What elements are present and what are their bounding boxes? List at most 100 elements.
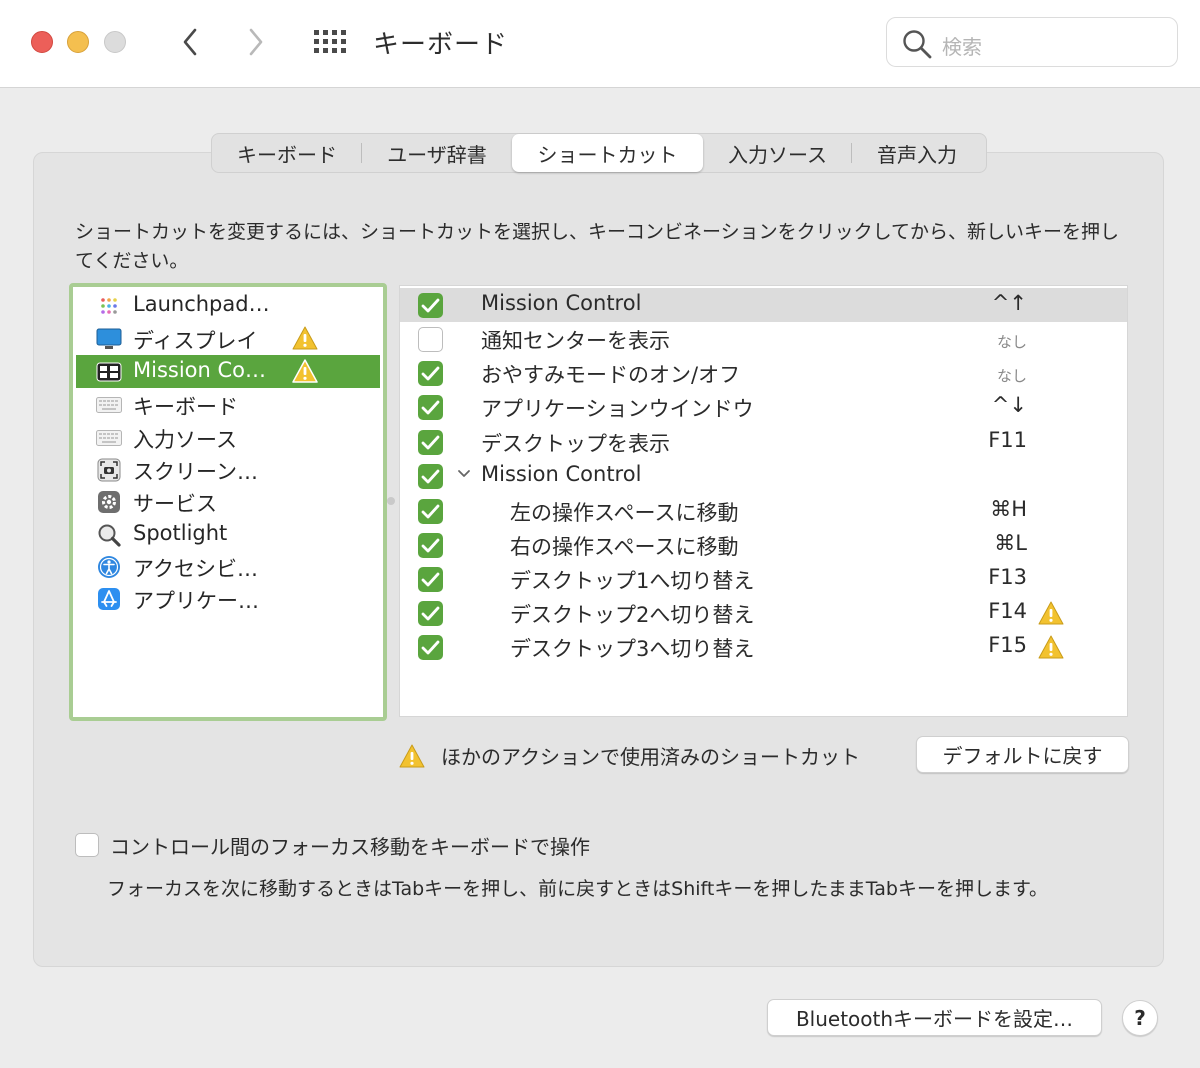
tab-keyboard[interactable]: キーボード	[212, 134, 362, 172]
shortcut-checkbox[interactable]	[418, 567, 443, 592]
shortcut-key[interactable]: なし	[997, 331, 1027, 352]
category-label: キーボード	[133, 395, 238, 419]
shortcut-row[interactable]: 左の操作スペースに移動 ⌘H	[400, 494, 1127, 528]
shortcut-name: デスクトップ1へ切り替え	[510, 569, 755, 593]
checkmark-icon	[421, 504, 440, 519]
shortcut-checkbox[interactable]	[418, 430, 443, 455]
checkmark-icon	[421, 366, 440, 381]
services-icon	[96, 489, 122, 515]
shortcut-checkbox[interactable]	[418, 293, 443, 318]
shortcut-name: デスクトップを表示	[481, 432, 670, 456]
shortcut-row[interactable]: アプリケーションウインドウ ^↓	[400, 390, 1127, 424]
category-label: Mission Co…	[133, 358, 267, 382]
tab-input-sources[interactable]: 入力ソース	[703, 134, 852, 172]
category-item-screenshots[interactable]: スクリーン…	[76, 453, 380, 486]
shortcut-key[interactable]: ⌘H	[990, 497, 1027, 521]
input-source-icon	[96, 425, 122, 451]
checkmark-icon	[421, 400, 440, 415]
shortcut-key[interactable]: F11	[988, 428, 1027, 452]
shortcut-key[interactable]: ^↑	[992, 291, 1027, 315]
shortcut-row[interactable]: Mission Control ^↑	[400, 288, 1127, 322]
keyboard-icon	[96, 392, 122, 418]
checkmark-icon	[421, 298, 440, 313]
zoom-window-button[interactable]	[104, 31, 126, 53]
grid-icon	[314, 30, 346, 53]
minimize-window-button[interactable]	[67, 31, 89, 53]
shortcut-row[interactable]: デスクトップを表示 F11	[400, 425, 1127, 459]
keyboard-focus-label[interactable]: コントロール間のフォーカス移動をキーボードで操作	[110, 831, 590, 860]
shortcut-checkbox[interactable]	[418, 601, 443, 626]
shortcut-name: 右の操作スペースに移動	[510, 535, 739, 559]
shortcut-checkbox[interactable]	[418, 361, 443, 386]
help-button[interactable]: ?	[1122, 1000, 1158, 1036]
shortcut-row[interactable]: デスクトップ2へ切り替え F14	[400, 596, 1127, 630]
category-item-input-sources[interactable]: 入力ソース	[76, 421, 380, 454]
shortcut-checkbox[interactable]	[418, 464, 443, 489]
shortcut-key[interactable]: ⌘L	[994, 531, 1027, 555]
keyboard-focus-checkbox[interactable]	[75, 833, 99, 857]
shortcut-name: デスクトップ2へ切り替え	[510, 603, 755, 627]
shortcut-row[interactable]: デスクトップ3へ切り替え F15	[400, 630, 1127, 664]
checkmark-icon	[421, 469, 440, 484]
tab-shortcuts[interactable]: ショートカット	[512, 134, 703, 172]
back-button[interactable]	[172, 24, 208, 60]
search-placeholder: 検索	[942, 35, 982, 59]
category-item-spotlight[interactable]: Spotlight	[76, 518, 380, 551]
shortcut-table[interactable]: Mission Control ^↑ 通知センターを表示 なし おやすみモードの…	[399, 285, 1128, 717]
checkmark-icon	[421, 606, 440, 621]
shortcut-key[interactable]: なし	[997, 365, 1027, 386]
show-all-button[interactable]	[312, 27, 348, 57]
shortcut-checkbox[interactable]	[418, 327, 443, 352]
category-item-launchpad[interactable]: Launchpad…	[76, 289, 380, 322]
chevron-left-icon	[183, 28, 197, 56]
shortcut-checkbox[interactable]	[418, 635, 443, 660]
shortcut-row[interactable]: 右の操作スペースに移動 ⌘L	[400, 528, 1127, 562]
shortcut-row[interactable]: デスクトップ1へ切り替え F13	[400, 562, 1127, 596]
accessibility-icon	[96, 554, 122, 580]
chevron-right-icon	[249, 28, 263, 56]
category-item-display[interactable]: ディスプレイ	[76, 322, 380, 355]
shortcut-name: Mission Control	[481, 462, 642, 486]
chevron-down-icon[interactable]	[456, 468, 472, 480]
tab-dictation[interactable]: 音声入力	[852, 134, 982, 172]
category-item-services[interactable]: サービス	[76, 485, 380, 518]
shortcut-checkbox[interactable]	[418, 533, 443, 558]
tab-bar: キーボード ユーザ辞書 ショートカット 入力ソース 音声入力	[211, 133, 987, 173]
category-list[interactable]: Launchpad… ディスプレイ Mission Co… キーボード 入力ソー…	[69, 283, 387, 721]
mission-control-icon	[96, 359, 122, 385]
restore-defaults-button[interactable]: デフォルトに戻す	[916, 736, 1129, 773]
search-field[interactable]: 検索	[886, 17, 1178, 67]
category-label: アプリケー…	[133, 589, 259, 613]
shortcut-row[interactable]: 通知センターを表示 なし	[400, 322, 1127, 356]
split-view-handle[interactable]	[387, 497, 395, 505]
category-item-accessibility[interactable]: アクセシビ…	[76, 550, 380, 583]
shortcut-row[interactable]: おやすみモードのオン/オフ なし	[400, 356, 1127, 390]
category-label: Launchpad…	[133, 292, 270, 316]
shortcut-checkbox[interactable]	[418, 395, 443, 420]
category-label: Spotlight	[133, 521, 228, 545]
category-item-app-shortcuts[interactable]: アプリケー…	[76, 582, 380, 615]
forward-button[interactable]	[238, 24, 274, 60]
shortcut-group-row[interactable]: Mission Control	[400, 459, 1127, 493]
warning-icon	[399, 744, 425, 768]
shortcut-key[interactable]: ^↓	[992, 393, 1027, 417]
close-window-button[interactable]	[31, 31, 53, 53]
title-bar: キーボード 検索	[0, 0, 1200, 88]
category-label: サービス	[133, 492, 217, 516]
shortcut-checkbox[interactable]	[418, 499, 443, 524]
setup-bluetooth-keyboard-button[interactable]: Bluetoothキーボードを設定…	[767, 999, 1102, 1036]
shortcut-name: おやすみモードのオン/オフ	[481, 363, 741, 387]
conflict-legend: ほかのアクションで使用済みのショートカット	[441, 745, 860, 769]
shortcut-name: デスクトップ3へ切り替え	[510, 637, 755, 661]
checkmark-icon	[421, 640, 440, 655]
shortcut-key[interactable]: F14	[988, 599, 1027, 623]
shortcut-name: Mission Control	[481, 291, 642, 315]
display-icon	[96, 326, 122, 352]
checkmark-icon	[421, 572, 440, 587]
category-item-keyboard[interactable]: キーボード	[76, 388, 380, 421]
tab-user-dictionary[interactable]: ユーザ辞書	[362, 134, 512, 172]
shortcut-key[interactable]: F15	[988, 633, 1027, 657]
category-item-mission-control[interactable]: Mission Co…	[76, 355, 380, 388]
warning-icon	[292, 326, 318, 350]
shortcut-key[interactable]: F13	[988, 565, 1027, 589]
